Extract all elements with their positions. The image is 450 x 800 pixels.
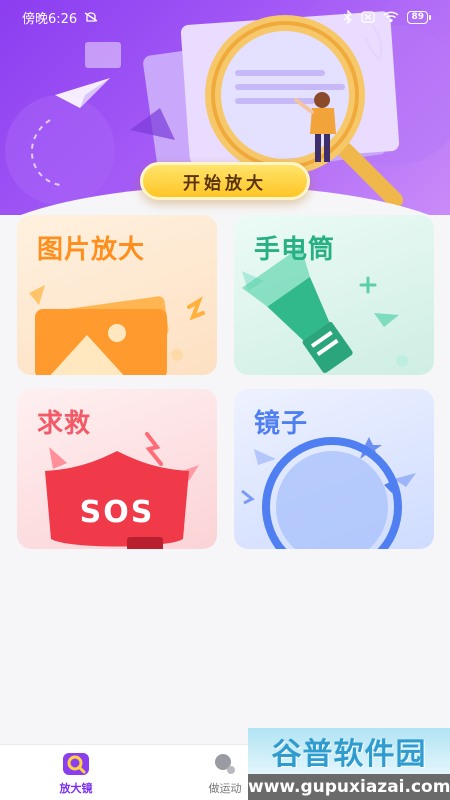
card-title: 镜子 <box>254 409 309 439</box>
nav-item-magnifier[interactable]: 放大镜 <box>41 751 111 799</box>
wifi-icon <box>384 11 399 23</box>
nav-label: 做运动 <box>208 782 242 795</box>
nav-label: 放大镜 <box>59 782 93 795</box>
card-sos[interactable]: 求救 SOS <box>17 389 217 549</box>
card-title: 手电筒 <box>254 235 336 265</box>
watermark-title: 谷普软件园 <box>248 728 450 774</box>
card-picture-zoom[interactable]: 图片放大 <box>17 215 217 375</box>
exercise-tab-icon <box>215 754 235 774</box>
notification-off-icon <box>84 12 98 22</box>
magnifier-tab-icon <box>63 753 89 775</box>
card-flashlight[interactable]: 手电筒 <box>234 215 434 375</box>
watermark: 谷普软件园 www.gupuxiazai.com <box>248 728 450 800</box>
status-time: 傍晚6:26 <box>22 11 78 27</box>
watermark-url: www.gupuxiazai.com <box>248 774 450 800</box>
card-title: 求救 <box>37 409 92 439</box>
sim-off-icon <box>361 11 376 23</box>
hero-banner: 傍晚6:26 89 开始放大 <box>0 0 450 215</box>
bluetooth-icon <box>344 10 353 24</box>
battery-indicator: 89 <box>407 10 431 24</box>
card-mirror[interactable]: 镜子 <box>234 389 434 549</box>
sos-badge: SOS <box>79 495 155 530</box>
status-bar: 傍晚6:26 89 <box>0 0 450 34</box>
start-magnify-button[interactable]: 开始放大 <box>140 162 310 200</box>
card-title: 图片放大 <box>37 235 146 265</box>
